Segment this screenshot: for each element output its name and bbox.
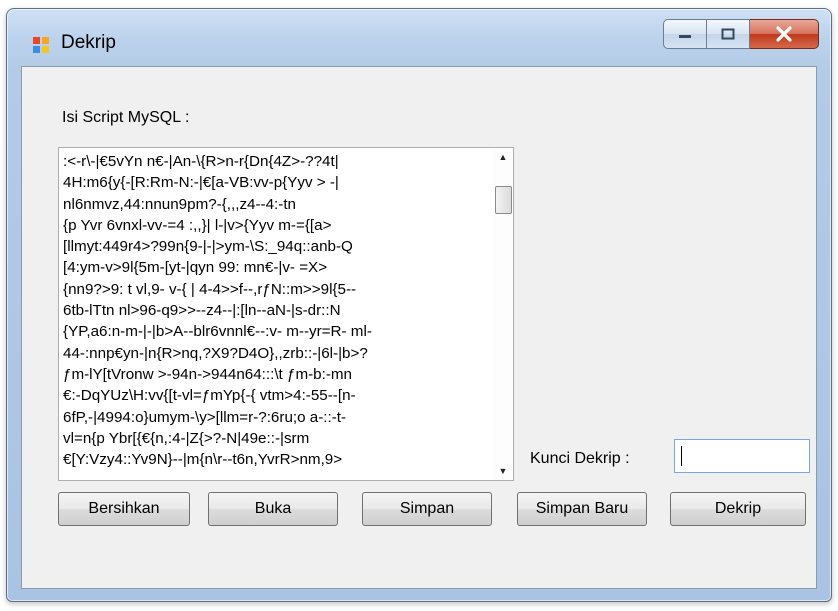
open-button[interactable]: Buka [208, 492, 338, 526]
minimize-button[interactable] [663, 19, 707, 49]
key-label: Kunci Dekrip : [530, 450, 630, 467]
text-caret [681, 446, 682, 466]
scroll-up-arrow-icon[interactable]: ▲ [493, 148, 513, 166]
key-input[interactable] [674, 439, 810, 473]
maximize-button[interactable] [707, 19, 750, 49]
app-icon [33, 37, 51, 55]
vertical-scrollbar[interactable]: ▲ ▼ [493, 148, 513, 480]
decrypt-button[interactable]: Dekrip [670, 492, 806, 526]
scroll-thumb[interactable] [495, 186, 512, 214]
close-button[interactable] [750, 19, 819, 49]
scroll-down-arrow-icon[interactable]: ▼ [493, 462, 513, 480]
script-text[interactable]: :<-r\-|€5vYn n€-|An-\{R>n-r{Dn{4Z>-??4t|… [63, 151, 463, 477]
script-textarea[interactable]: :<-r\-|€5vYn n€-|An-\{R>n-r{Dn{4Z>-??4t|… [58, 147, 514, 481]
close-icon [750, 20, 818, 48]
clear-button[interactable]: Bersihkan [58, 492, 190, 526]
caption-buttons [663, 19, 819, 49]
save-button[interactable]: Simpan [362, 492, 492, 526]
maximize-icon [707, 20, 749, 48]
script-label: Isi Script MySQL : [62, 109, 190, 126]
minimize-icon [664, 20, 706, 48]
form-client-area: Isi Script MySQL : :<-r\-|€5vYn n€-|An-\… [21, 66, 817, 589]
main-window: Dekrip Isi Script MySQL : :<-r\-|€5vYn n… [6, 8, 832, 602]
title-bar[interactable]: Dekrip [7, 9, 831, 67]
window-title: Dekrip [61, 32, 116, 53]
save-new-button[interactable]: Simpan Baru [517, 492, 647, 526]
